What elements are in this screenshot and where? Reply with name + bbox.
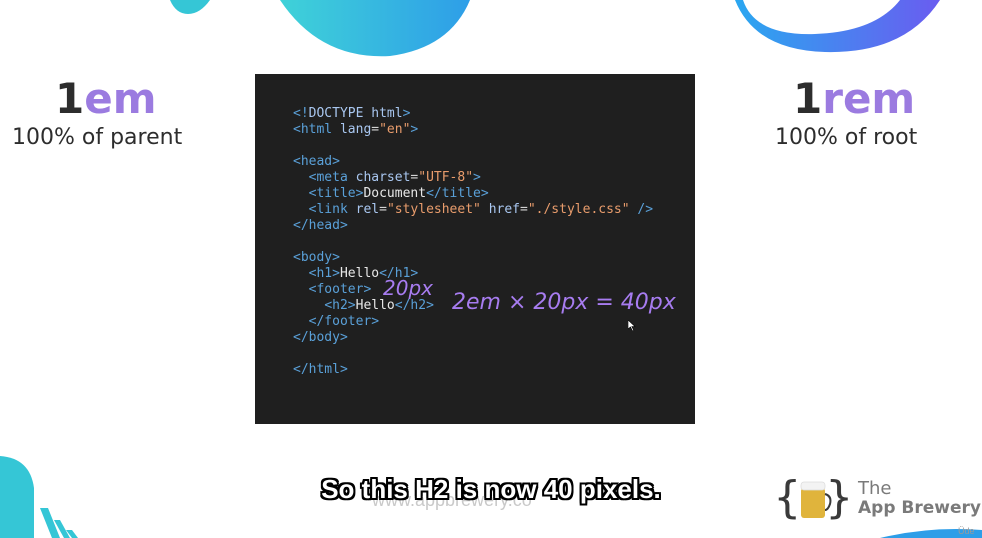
code-line: </footer>	[308, 314, 380, 329]
code-line: <!DOCTYPE html>	[293, 106, 411, 121]
rem-heading: 1rem	[793, 78, 915, 120]
code-line: </head>	[293, 218, 348, 233]
rem-heading-number: 1	[793, 74, 823, 123]
em-heading-unit: em	[84, 74, 157, 123]
calculation-annotation: 2em × 20px = 40px	[452, 290, 676, 315]
udemy-watermark: Üde	[958, 526, 975, 536]
rem-caption: 100% of root	[775, 125, 918, 150]
rem-heading-unit: rem	[822, 74, 916, 123]
footer-size-annotation: 20px	[383, 276, 433, 300]
decor-top-left-blob	[170, 0, 210, 14]
em-heading: 1em	[55, 78, 156, 120]
logo-text-the: The	[858, 478, 892, 499]
code-line: <html lang="en">	[293, 122, 419, 137]
logo-text-app-brewery: App Brewery	[858, 498, 981, 518]
code-line: </body>	[293, 330, 348, 345]
code-line: <link rel="stylesheet" href="./style.css…	[308, 202, 654, 217]
decor-top-right-wave	[735, 0, 940, 53]
code-line: <head>	[293, 154, 340, 169]
code-line: <title>Document</title>	[308, 186, 489, 201]
code-line: </html>	[293, 362, 348, 377]
code-editor-panel: <!DOCTYPE html> <html lang="en"> <head> <…	[255, 74, 695, 424]
mouse-cursor-icon	[628, 320, 636, 331]
code-line: <meta charset="UTF-8">	[308, 170, 481, 185]
code-block: <!DOCTYPE html> <html lang="en"> <head> <…	[293, 106, 653, 378]
code-line: <h1>Hello</h1>	[308, 266, 419, 281]
em-heading-number: 1	[55, 74, 85, 123]
decor-top-center-blob	[280, 0, 470, 57]
svg-text:{: {	[774, 472, 801, 523]
app-brewery-logo-icon: { }	[774, 472, 852, 523]
em-caption: 100% of parent	[12, 125, 183, 150]
code-line: <body>	[293, 250, 340, 265]
